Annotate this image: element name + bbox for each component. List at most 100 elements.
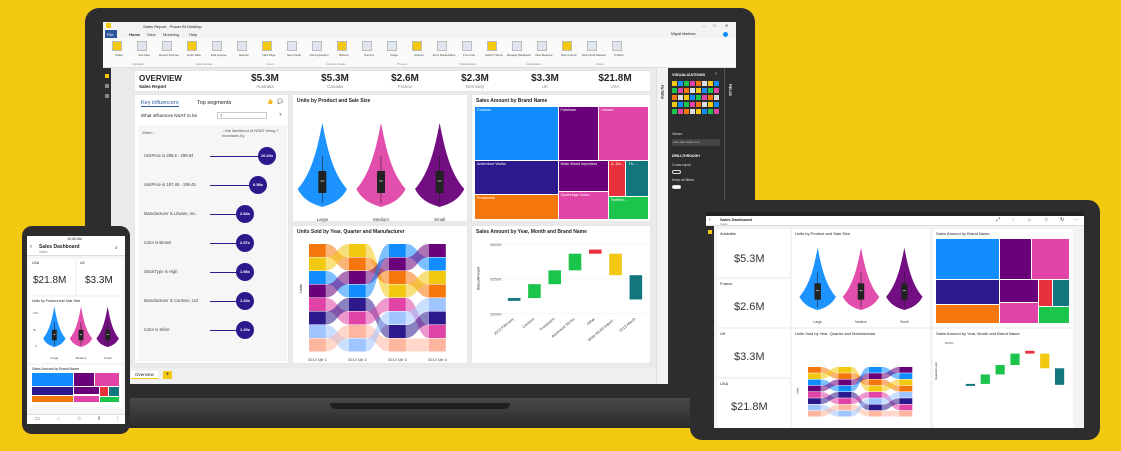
visual-type-icon[interactable] bbox=[708, 81, 713, 86]
visual-type-icon[interactable] bbox=[678, 102, 683, 107]
ribbon-button-label[interactable]: New Visual bbox=[282, 53, 306, 57]
visual-type-icon[interactable] bbox=[678, 95, 683, 100]
data-view-icon[interactable] bbox=[105, 84, 109, 88]
visual-type-icon[interactable] bbox=[690, 109, 695, 114]
tablet-treemap-card[interactable]: Sales Amount by Brand Name bbox=[933, 229, 1073, 327]
ribbon-button-label[interactable]: Manage Relationships bbox=[507, 53, 531, 57]
treemap-visual[interactable]: Sales Amount by Brand Name Contoso Fabrik… bbox=[471, 94, 651, 222]
visual-type-icon[interactable] bbox=[678, 81, 683, 86]
ribbon-button-label[interactable]: Get Data bbox=[132, 53, 156, 57]
back-arrow-icon[interactable]: ‹ bbox=[709, 217, 711, 223]
influencer-bubble[interactable]: 6.58x bbox=[249, 176, 267, 194]
visual-type-icon[interactable] bbox=[696, 95, 701, 100]
visual-type-icon[interactable] bbox=[714, 109, 719, 114]
visual-type-icon[interactable] bbox=[684, 81, 689, 86]
report-view-icon[interactable] bbox=[105, 74, 109, 78]
user-name[interactable]: Miguel Martinez bbox=[671, 32, 696, 36]
ribbon-button-label[interactable]: Refresh bbox=[232, 53, 256, 57]
violin-visual[interactable]: Units by Product and Sale Size Large Medi… bbox=[292, 94, 468, 222]
influencer-bubble[interactable]: 1.29x bbox=[236, 321, 254, 339]
visual-type-icon[interactable] bbox=[702, 95, 707, 100]
tab-top-segments[interactable]: Top segments bbox=[197, 100, 231, 106]
ribbon-chart-visual[interactable]: Units Sold by Year, Quarter and Manufact… bbox=[292, 225, 468, 364]
visual-type-icon[interactable] bbox=[714, 88, 719, 93]
more-icon[interactable]: ⋯ bbox=[1074, 217, 1079, 223]
ribbon-button-label[interactable]: Publish bbox=[607, 53, 631, 57]
visual-type-icon[interactable] bbox=[714, 95, 719, 100]
visual-type-icon[interactable] bbox=[696, 102, 701, 107]
ribbon-button-label[interactable]: New Quick Measure bbox=[582, 53, 606, 57]
expand-icon[interactable]: ⤢ bbox=[996, 217, 1000, 223]
tablet-waterfall-card[interactable]: Sales Amount by Year, Month and Brand Na… bbox=[933, 329, 1073, 428]
ribbon-button-label[interactable]: New Measure bbox=[532, 53, 556, 57]
minimize-icon[interactable]: – bbox=[703, 23, 705, 28]
visual-type-icon[interactable] bbox=[672, 81, 677, 86]
visual-type-icon[interactable] bbox=[672, 102, 677, 107]
share-icon[interactable]: ⇪ bbox=[97, 416, 101, 422]
visual-type-icon[interactable] bbox=[690, 95, 695, 100]
visual-type-icon[interactable] bbox=[708, 95, 713, 100]
values-drop-zone[interactable]: Add data fields here bbox=[672, 139, 720, 146]
ribbon-button-label[interactable]: From File bbox=[457, 53, 481, 57]
phone-treemap-card[interactable]: Sales Amount by Brand Name bbox=[29, 365, 123, 407]
close-icon[interactable]: ✕ bbox=[725, 23, 728, 28]
maximize-icon[interactable]: □ bbox=[713, 23, 715, 28]
visual-type-icon[interactable] bbox=[696, 88, 701, 93]
phone-kpi-card[interactable]: UK $3.3M bbox=[77, 259, 123, 295]
influencer-bubble[interactable]: 2.57x bbox=[236, 234, 254, 252]
user-avatar[interactable] bbox=[723, 32, 728, 37]
influencer-bubble[interactable]: 2.84x bbox=[236, 205, 254, 223]
question-value-dropdown[interactable]: 7 bbox=[217, 112, 267, 119]
visual-type-icon[interactable] bbox=[696, 81, 701, 86]
comments-icon[interactable]: ◌ bbox=[57, 416, 60, 422]
ribbon-button-label[interactable]: Paste bbox=[107, 53, 131, 57]
ribbon-button-label[interactable]: Buttons bbox=[332, 53, 356, 57]
visual-type-icon[interactable] bbox=[714, 81, 719, 86]
tab-modeling[interactable]: Modeling bbox=[163, 32, 179, 37]
influencer-bubble[interactable]: 10.20x bbox=[258, 147, 276, 165]
tab-home[interactable]: Home bbox=[129, 32, 140, 37]
tablet-kpi-card[interactable]: France $2.6M bbox=[717, 279, 790, 327]
ribbon-button-label[interactable]: New Page bbox=[257, 53, 281, 57]
tab-file[interactable]: File bbox=[107, 32, 113, 37]
phone-kpi-card[interactable]: USA $21.8M bbox=[29, 259, 75, 295]
thumbs-up-icon[interactable]: 👍 bbox=[267, 99, 273, 105]
favorite-icon[interactable]: ☆ bbox=[1044, 217, 1048, 223]
tablet-kpi-card[interactable]: USA $21.8M bbox=[717, 379, 790, 428]
comment-icon[interactable]: 💬 bbox=[277, 99, 283, 105]
ribbon-button-label[interactable]: New Column bbox=[557, 53, 581, 57]
visual-type-icon[interactable] bbox=[684, 95, 689, 100]
visual-type-icon[interactable] bbox=[690, 102, 695, 107]
ribbon-button-label[interactable]: Image bbox=[382, 53, 406, 57]
visual-type-icon[interactable] bbox=[684, 102, 689, 107]
waterfall-visual[interactable]: Sales Amount by Year, Month and Brand Na… bbox=[471, 225, 651, 364]
visual-type-icon[interactable] bbox=[714, 102, 719, 107]
influencer-bubble[interactable]: 1.34x bbox=[236, 292, 254, 310]
visual-type-icon[interactable] bbox=[672, 109, 677, 114]
visual-type-icon[interactable] bbox=[708, 102, 713, 107]
filters-pane-collapsed[interactable]: FILTERS bbox=[656, 68, 668, 384]
visual-type-icon[interactable] bbox=[672, 95, 677, 100]
phone-violin-card[interactable]: Units by Product and Sale Size 100 50 0 … bbox=[29, 297, 123, 363]
visual-type-icon[interactable] bbox=[690, 88, 695, 93]
help-icon[interactable]: ? bbox=[279, 112, 282, 117]
visual-type-icon[interactable] bbox=[702, 102, 707, 107]
visual-type-icon[interactable] bbox=[696, 109, 701, 114]
visual-type-icon[interactable] bbox=[708, 88, 713, 93]
tablet-violin-card[interactable]: Units by Product and Sale Size Large Medi… bbox=[792, 229, 930, 327]
visual-type-icon[interactable] bbox=[678, 88, 683, 93]
back-arrow-icon[interactable]: ‹ bbox=[30, 244, 32, 250]
comments-icon[interactable]: ◌ bbox=[1012, 217, 1015, 223]
ribbon-button-label[interactable]: Recent Sources bbox=[157, 53, 181, 57]
key-influencers-visual[interactable]: Key influencers Top segments 👍 💬 What in… bbox=[134, 94, 289, 364]
search-icon[interactable]: ⌕ bbox=[115, 245, 118, 251]
cross-report-toggle[interactable] bbox=[672, 170, 681, 174]
ribbon-button-label[interactable]: Switch Theme bbox=[482, 53, 506, 57]
refresh-icon[interactable]: ↻ bbox=[1060, 217, 1064, 223]
tablet-ribbon-card[interactable]: Units Sold by Year, Quarter and Manufact… bbox=[792, 329, 930, 428]
tablet-kpi-card[interactable]: Australia $5.3M bbox=[717, 229, 790, 277]
visual-type-icon[interactable] bbox=[672, 88, 677, 93]
ribbon-button-label[interactable]: Ask A Question bbox=[307, 53, 331, 57]
influencer-bubble[interactable]: 1.98x bbox=[236, 263, 254, 281]
visual-type-icon[interactable] bbox=[684, 88, 689, 93]
